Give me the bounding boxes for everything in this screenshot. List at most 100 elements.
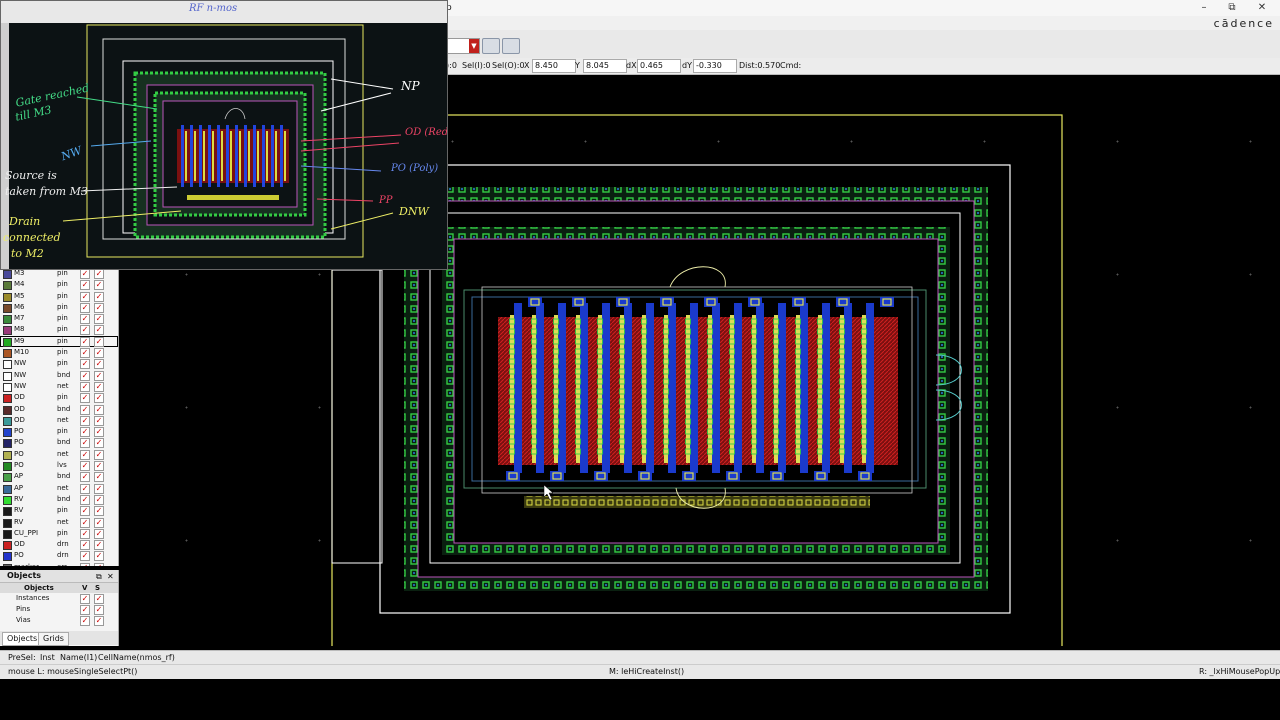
close-button[interactable]: ✕ bbox=[1254, 1, 1270, 15]
visible-checkbox[interactable]: ✓ bbox=[80, 605, 90, 615]
layer-swatch[interactable] bbox=[3, 541, 12, 551]
selectable-checkbox[interactable]: ✓ bbox=[94, 562, 104, 566]
layer-row[interactable]: M10 pin ✓ ✓ bbox=[0, 347, 118, 359]
objects-row[interactable]: Vias ✓ ✓ bbox=[0, 615, 118, 626]
layer-row[interactable]: OD bnd ✓ ✓ bbox=[0, 404, 118, 415]
y-coordinate-field[interactable]: 8.045 bbox=[583, 59, 627, 73]
layer-row[interactable]: OD pin ✓ ✓ bbox=[0, 392, 118, 404]
layer-swatch[interactable] bbox=[3, 303, 12, 313]
layer-row[interactable]: RV net ✓ ✓ bbox=[0, 517, 118, 528]
layer-swatch[interactable] bbox=[3, 349, 12, 359]
layer-swatch[interactable] bbox=[3, 439, 12, 449]
selectable-checkbox[interactable]: ✓ bbox=[94, 517, 104, 528]
chevron-down-icon[interactable]: ▼ bbox=[469, 39, 479, 53]
layer-swatch[interactable] bbox=[3, 450, 12, 460]
visible-checkbox[interactable]: ✓ bbox=[80, 302, 90, 313]
x-coordinate-field[interactable]: 8.450 bbox=[532, 59, 576, 73]
selectable-checkbox[interactable]: ✓ bbox=[94, 494, 104, 505]
selectable-checkbox[interactable]: ✓ bbox=[94, 415, 104, 426]
selectable-checkbox[interactable]: ✓ bbox=[94, 393, 104, 404]
layer-swatch[interactable] bbox=[3, 473, 12, 483]
restore-button[interactable]: ⧉ bbox=[1224, 1, 1240, 15]
layer-row[interactable]: PO lvs ✓ ✓ bbox=[0, 460, 118, 472]
layer-swatch[interactable] bbox=[3, 495, 12, 505]
layer-row[interactable]: RV bnd ✓ ✓ bbox=[0, 494, 118, 505]
window-stack-icon[interactable] bbox=[482, 38, 500, 54]
layer-row[interactable]: M6 pin ✓ ✓ bbox=[0, 302, 118, 313]
visible-checkbox[interactable]: ✓ bbox=[80, 616, 90, 626]
visible-checkbox[interactable]: ✓ bbox=[80, 551, 90, 562]
layer-swatch[interactable] bbox=[3, 360, 12, 370]
layer-swatch[interactable] bbox=[3, 292, 12, 302]
visible-checkbox[interactable]: ✓ bbox=[80, 314, 90, 325]
selectable-checkbox[interactable]: ✓ bbox=[94, 348, 104, 359]
layer-row[interactable]: NW pin ✓ ✓ bbox=[0, 358, 118, 370]
selectable-checkbox[interactable]: ✓ bbox=[94, 427, 104, 438]
visible-checkbox[interactable]: ✓ bbox=[80, 517, 90, 528]
layer-row[interactable]: M9 pin ✓ ✓ bbox=[0, 335, 118, 348]
selectable-checkbox[interactable]: ✓ bbox=[94, 449, 104, 460]
layer-swatch[interactable] bbox=[3, 518, 12, 528]
layer-row[interactable]: M8 pin ✓ ✓ bbox=[0, 324, 118, 336]
tab-grids[interactable]: Grids bbox=[38, 632, 69, 646]
visible-checkbox[interactable]: ✓ bbox=[80, 438, 90, 449]
layer-swatch[interactable] bbox=[3, 428, 12, 438]
layer-row[interactable]: PO net ✓ ✓ bbox=[0, 449, 118, 460]
layer-swatch[interactable] bbox=[3, 507, 12, 517]
visible-checkbox[interactable]: ✓ bbox=[80, 291, 90, 302]
visible-checkbox[interactable]: ✓ bbox=[80, 348, 90, 359]
visible-checkbox[interactable]: ✓ bbox=[80, 494, 90, 505]
layer-row[interactable]: marker err ✓ ✓ bbox=[0, 562, 118, 566]
layer-swatch[interactable] bbox=[3, 337, 12, 347]
visible-checkbox[interactable]: ✓ bbox=[80, 370, 90, 381]
visible-checkbox[interactable]: ✓ bbox=[80, 404, 90, 415]
selectable-checkbox[interactable]: ✓ bbox=[94, 381, 104, 392]
layer-row[interactable]: PO pin ✓ ✓ bbox=[0, 426, 118, 438]
undock-icon[interactable]: ⧉ bbox=[96, 571, 102, 583]
selectable-checkbox[interactable]: ✓ bbox=[94, 461, 104, 472]
selectable-checkbox[interactable]: ✓ bbox=[94, 314, 104, 325]
layer-swatch[interactable] bbox=[3, 529, 12, 539]
window-settings-icon[interactable] bbox=[502, 38, 520, 54]
selectable-checkbox[interactable]: ✓ bbox=[94, 483, 104, 494]
selectable-checkbox[interactable]: ✓ bbox=[94, 594, 104, 604]
visible-checkbox[interactable]: ✓ bbox=[80, 472, 90, 483]
layer-swatch[interactable] bbox=[3, 462, 12, 472]
layer-combo-box[interactable]: ▼ bbox=[446, 38, 480, 54]
visible-checkbox[interactable]: ✓ bbox=[80, 393, 90, 404]
layer-swatch[interactable] bbox=[3, 394, 12, 404]
layer-row[interactable]: RV pin ✓ ✓ bbox=[0, 505, 118, 517]
selectable-checkbox[interactable]: ✓ bbox=[94, 551, 104, 562]
selectable-checkbox[interactable]: ✓ bbox=[94, 280, 104, 291]
layer-row[interactable]: NW bnd ✓ ✓ bbox=[0, 370, 118, 381]
visible-checkbox[interactable]: ✓ bbox=[80, 280, 90, 291]
selectable-checkbox[interactable]: ✓ bbox=[94, 472, 104, 483]
selectable-checkbox[interactable]: ✓ bbox=[94, 370, 104, 381]
selectable-checkbox[interactable]: ✓ bbox=[94, 269, 104, 279]
visible-checkbox[interactable]: ✓ bbox=[80, 461, 90, 472]
selectable-checkbox[interactable]: ✓ bbox=[94, 540, 104, 551]
layer-swatch[interactable] bbox=[3, 371, 12, 381]
layer-palette[interactable]: M3 pin ✓ ✓ M4 pin ✓ ✓ M5 pin ✓ ✓ M6 pin ✓ ✓ M7 pin ✓ ✓ M8 pin… bbox=[0, 268, 119, 566]
layer-row[interactable]: OD drn ✓ ✓ bbox=[0, 539, 118, 551]
selectable-checkbox[interactable]: ✓ bbox=[94, 302, 104, 313]
selectable-checkbox[interactable]: ✓ bbox=[94, 359, 104, 370]
visible-checkbox[interactable]: ✓ bbox=[80, 336, 90, 347]
close-icon[interactable]: ✕ bbox=[107, 571, 114, 583]
layer-row[interactable]: M5 pin ✓ ✓ bbox=[0, 291, 118, 302]
selectable-checkbox[interactable]: ✓ bbox=[94, 404, 104, 415]
visible-checkbox[interactable]: ✓ bbox=[80, 483, 90, 494]
visible-checkbox[interactable]: ✓ bbox=[80, 325, 90, 336]
selectable-checkbox[interactable]: ✓ bbox=[94, 605, 104, 615]
selectable-checkbox[interactable]: ✓ bbox=[94, 528, 104, 539]
visible-checkbox[interactable]: ✓ bbox=[80, 562, 90, 566]
layer-row[interactable]: AP bnd ✓ ✓ bbox=[0, 471, 118, 483]
layer-row[interactable]: PO drn ✓ ✓ bbox=[0, 550, 118, 562]
selectable-checkbox[interactable]: ✓ bbox=[94, 325, 104, 336]
layer-row[interactable]: OD net ✓ ✓ bbox=[0, 415, 118, 426]
tab-objects[interactable]: Objects bbox=[2, 632, 43, 646]
selectable-checkbox[interactable]: ✓ bbox=[94, 336, 104, 347]
visible-checkbox[interactable]: ✓ bbox=[80, 594, 90, 604]
visible-checkbox[interactable]: ✓ bbox=[80, 540, 90, 551]
selectable-checkbox[interactable]: ✓ bbox=[94, 438, 104, 449]
